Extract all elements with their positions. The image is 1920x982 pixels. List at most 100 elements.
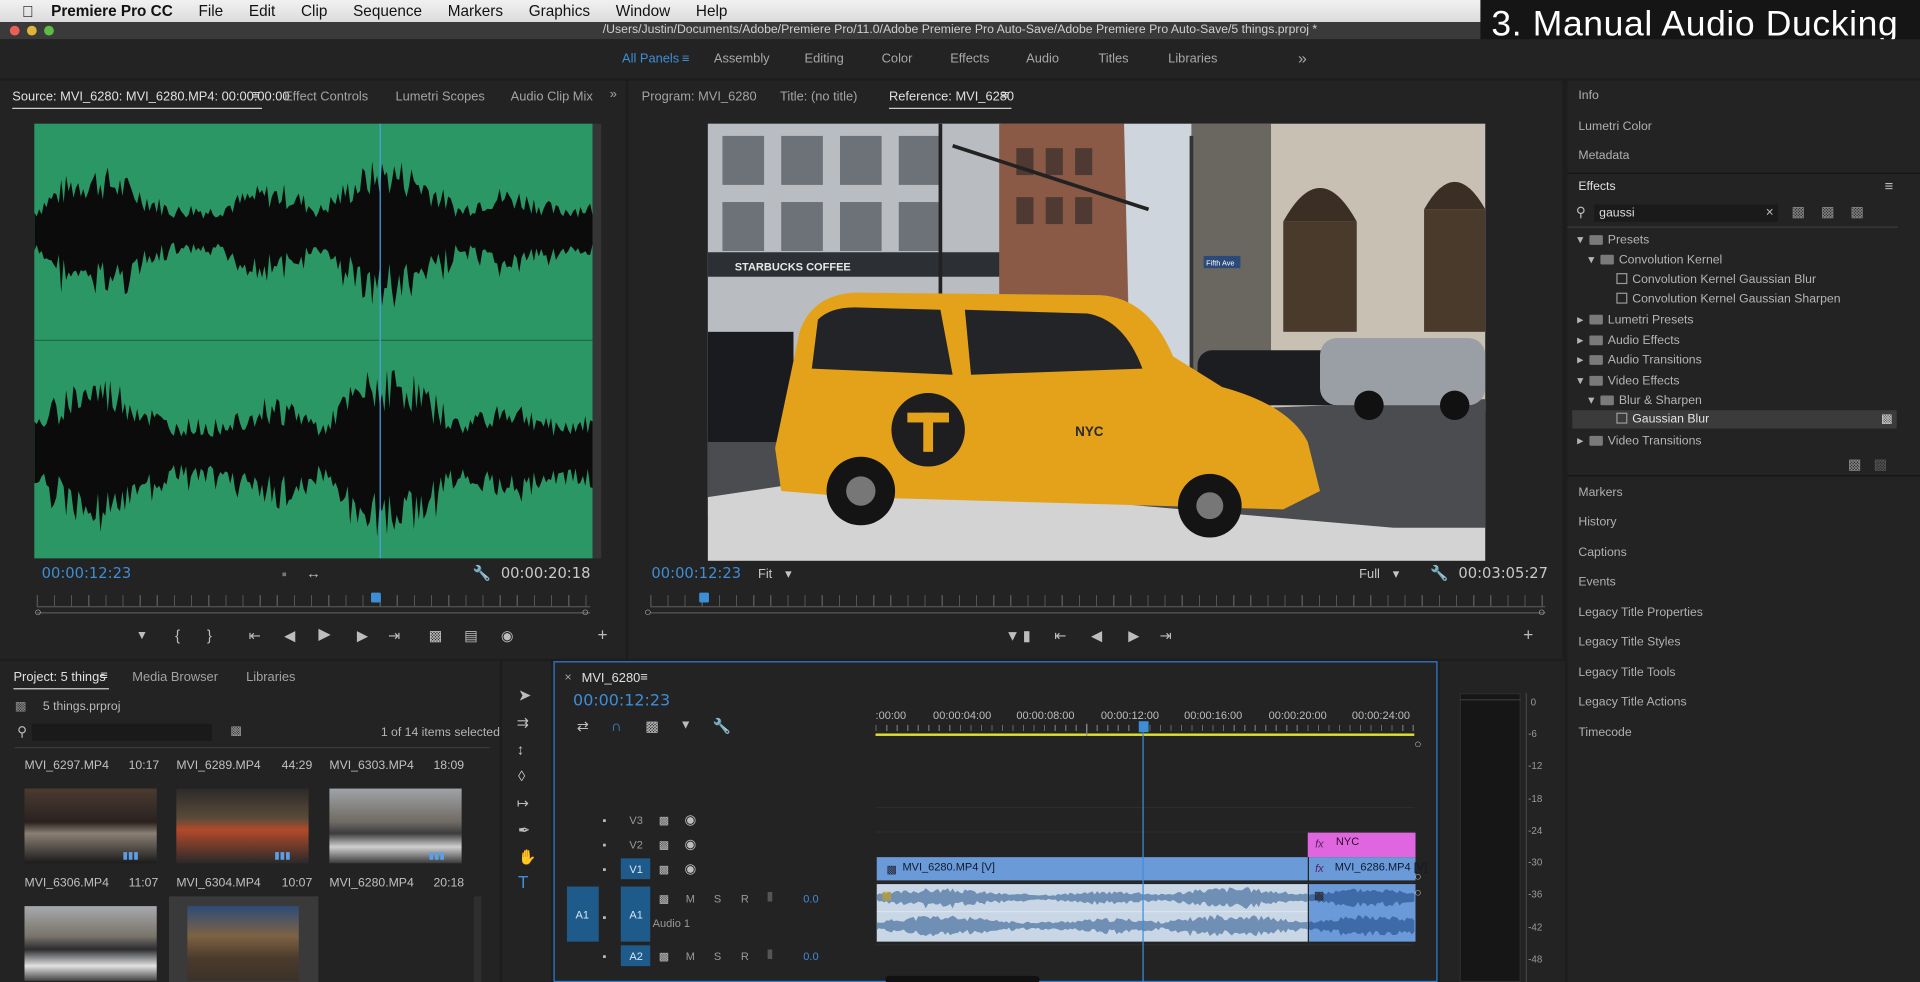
- tab-program[interactable]: Program: MVI_6280: [642, 89, 757, 104]
- tab-title[interactable]: Title: (no title): [780, 89, 857, 104]
- timeline-current-timecode[interactable]: 00:00:12:23: [573, 692, 670, 710]
- track-label-v3[interactable]: V3: [629, 814, 642, 826]
- a2-record-button[interactable]: R: [741, 950, 749, 962]
- v3-lock-icon[interactable]: ▪: [602, 813, 606, 828]
- source-playhead-marker[interactable]: [371, 592, 381, 603]
- waveform-scrollbar[interactable]: [592, 123, 602, 559]
- panel-legacy-title-properties[interactable]: Legacy Title Properties: [1578, 606, 1703, 619]
- tab-audio-clip-mixer[interactable]: Audio Clip Mix: [511, 89, 593, 104]
- tree-presets[interactable]: ▾ Presets: [1577, 234, 1649, 247]
- clear-search-icon[interactable]: ×: [1766, 206, 1774, 221]
- drag-video-only-icon[interactable]: ▪: [282, 567, 287, 582]
- program-step-forward-icon[interactable]: ▶: [1125, 628, 1139, 643]
- tree-lumetri-presets[interactable]: ▸ Lumetri Presets: [1577, 313, 1693, 326]
- add-timeline-marker-icon[interactable]: ▼: [680, 719, 692, 734]
- add-marker-icon[interactable]: ▼: [136, 629, 148, 644]
- workspace-all-panels[interactable]: All Panels: [622, 51, 679, 66]
- window-zoom-button[interactable]: [44, 25, 54, 36]
- workspace-titles[interactable]: Titles: [1098, 51, 1128, 66]
- v1-sync-lock-icon[interactable]: ▩: [659, 862, 669, 877]
- tab-project[interactable]: Project: 5 things: [13, 670, 105, 685]
- waveform-display[interactable]: L R: [34, 123, 593, 559]
- effects-search-input[interactable]: [1594, 204, 1778, 222]
- panel-info[interactable]: Info: [1578, 89, 1598, 102]
- a1-solo-button[interactable]: S: [714, 893, 721, 905]
- tab-sequence-menu-icon[interactable]: ≡: [640, 670, 648, 685]
- find-bin-icon[interactable]: ▩: [230, 725, 242, 740]
- a1-voiceover-mic-icon[interactable]: ▮: [767, 890, 774, 905]
- v2-eye-icon[interactable]: ◉: [684, 838, 696, 853]
- timeline-zoom-handle-top[interactable]: ○: [1414, 738, 1421, 753]
- menu-clip[interactable]: Clip: [301, 2, 327, 19]
- tab-libraries[interactable]: Libraries: [246, 670, 295, 685]
- tree-video-transitions[interactable]: ▸ Video Transitions: [1577, 435, 1701, 448]
- a2-volume-value[interactable]: 0.0: [803, 950, 818, 962]
- tab-project-menu-icon[interactable]: ≡: [100, 669, 108, 684]
- ripple-edit-tool-icon[interactable]: ↕: [517, 742, 524, 757]
- slip-tool-icon[interactable]: ↦: [517, 796, 529, 811]
- step-forward-icon[interactable]: ▶: [354, 628, 368, 643]
- tab-media-browser[interactable]: Media Browser: [132, 670, 218, 685]
- panel-history[interactable]: History: [1578, 516, 1616, 529]
- tree-audio-effects[interactable]: ▸ Audio Effects: [1577, 334, 1680, 347]
- workspace-overflow-icon[interactable]: »: [1298, 49, 1307, 67]
- window-minimize-button[interactable]: [26, 25, 37, 36]
- a2-sync-lock-icon[interactable]: ▩: [659, 949, 669, 964]
- v1-eye-icon[interactable]: ◉: [684, 862, 696, 877]
- a1-mute-button[interactable]: M: [686, 893, 695, 905]
- settings-wrench-icon[interactable]: 🔧: [473, 566, 491, 581]
- tree-convolution-kernel-gaussian-sharpen[interactable]: Convolution Kernel Gaussian Sharpen: [1616, 292, 1841, 306]
- razor-tool-icon[interactable]: ◊: [518, 769, 525, 784]
- timeline-zoom-handle-a1[interactable]: ○: [1414, 887, 1421, 902]
- a2-mute-button[interactable]: M: [686, 950, 695, 962]
- menu-edit[interactable]: Edit: [249, 2, 275, 19]
- selection-tool-icon[interactable]: ➤: [518, 687, 531, 703]
- panel-captions[interactable]: Captions: [1578, 546, 1626, 559]
- program-time-ruler[interactable]: [650, 595, 1546, 608]
- tree-audio-transitions[interactable]: ▸ Audio Transitions: [1577, 354, 1702, 367]
- project-search-input[interactable]: [31, 723, 212, 741]
- clip-thumbnail[interactable]: [187, 906, 299, 981]
- a1-volume-value[interactable]: 0.0: [803, 893, 818, 905]
- source-zoom-bar[interactable]: [36, 612, 591, 614]
- track-label-v2[interactable]: V2: [629, 839, 642, 851]
- pen-tool-icon[interactable]: ✒: [518, 823, 530, 838]
- zoom-level-select[interactable]: Fit ▾: [758, 567, 792, 582]
- new-custom-bin-icon[interactable]: ▩: [1848, 457, 1862, 472]
- menu-help[interactable]: Help: [696, 2, 727, 19]
- menu-sequence[interactable]: Sequence: [353, 2, 422, 19]
- track-select-tool-icon[interactable]: ⇉: [517, 715, 529, 730]
- reference-video-frame[interactable]: STARBUCKS COFFEE Fifth Ave NYC: [707, 123, 1486, 561]
- workspace-color[interactable]: Color: [882, 51, 913, 66]
- program-zoom-handle-left[interactable]: ○: [644, 606, 651, 621]
- track-label-a1[interactable]: A1: [629, 909, 642, 921]
- source-time-ruler[interactable]: [36, 595, 591, 608]
- a1-audio-clip-next[interactable]: [1308, 884, 1416, 942]
- program-step-back-icon[interactable]: ◀: [1091, 628, 1105, 643]
- v2-lock-icon[interactable]: ▪: [602, 838, 606, 853]
- program-zoom-bar[interactable]: [650, 612, 1546, 614]
- workspace-libraries[interactable]: Libraries: [1168, 51, 1217, 66]
- tab-effect-controls[interactable]: Effect Controls: [284, 89, 368, 104]
- app-name-menu[interactable]: Premiere Pro CC: [51, 2, 173, 19]
- tree-convolution-kernel-gaussian-blur[interactable]: Convolution Kernel Gaussian Blur: [1616, 273, 1816, 287]
- track-label-a2[interactable]: A2: [629, 950, 642, 962]
- program-zoom-handle-right[interactable]: ○: [1538, 606, 1545, 621]
- snap-icon[interactable]: ∩: [611, 719, 622, 734]
- tree-blur-sharpen[interactable]: ▾ Blur & Sharpen: [1588, 394, 1702, 407]
- panel-overflow-icon[interactable]: »: [610, 87, 617, 102]
- program-go-to-out-icon[interactable]: ⇥: [1160, 628, 1172, 643]
- panel-metadata[interactable]: Metadata: [1578, 149, 1629, 162]
- menu-graphics[interactable]: Graphics: [529, 2, 590, 19]
- delete-custom-item-icon[interactable]: ▩: [1873, 457, 1887, 472]
- v3-eye-icon[interactable]: ◉: [684, 813, 696, 828]
- export-frame-camera-icon[interactable]: ◉: [501, 628, 514, 643]
- mark-out-icon[interactable]: }: [207, 628, 212, 643]
- panel-legacy-title-tools[interactable]: Legacy Title Tools: [1578, 666, 1675, 679]
- v2-sync-lock-icon[interactable]: ▩: [659, 838, 669, 853]
- a1-audio-clip-main[interactable]: [876, 884, 1308, 942]
- close-sequence-icon[interactable]: ×: [564, 671, 571, 684]
- apple-icon[interactable]: : [22, 2, 34, 20]
- tab-source[interactable]: Source: MVI_6280: MVI_6280.MP4: 00:00:00…: [12, 89, 289, 104]
- tree-video-effects[interactable]: ▾ Video Effects: [1577, 375, 1679, 388]
